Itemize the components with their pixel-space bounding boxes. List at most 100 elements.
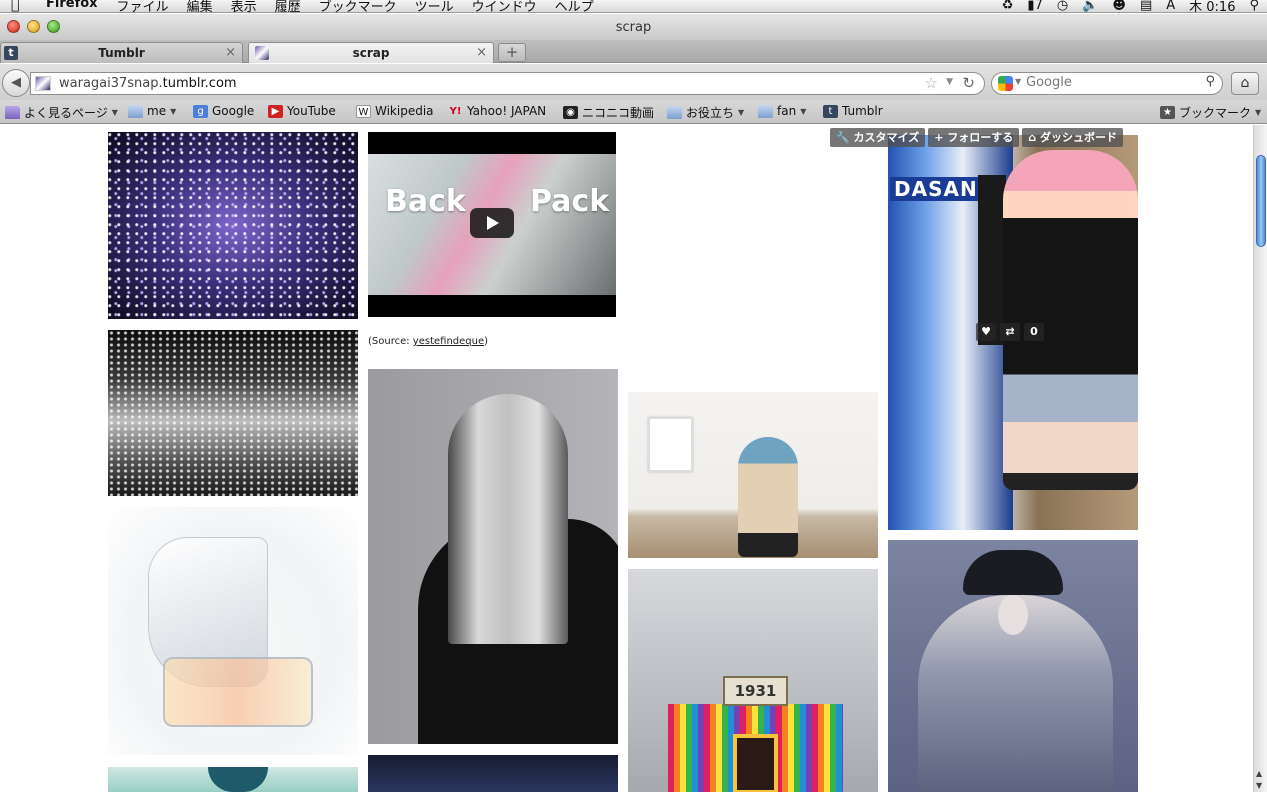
photo-teal-hair[interactable] (108, 767, 358, 792)
wifi-icon[interactable]: ☻ (1112, 0, 1126, 12)
spotlight-icon[interactable]: ⚲ (1249, 0, 1259, 12)
home-icon: ⌂ (1240, 75, 1250, 91)
home-button[interactable]: ⌂ (1231, 72, 1259, 95)
face-shape (998, 595, 1028, 635)
mac-menu-bar:  Firefox ファイル 編集 表示 履歴 ブックマーク ツール ウインドウ… (0, 0, 1267, 13)
battery-icon[interactable]: ▮7 (1027, 0, 1043, 13)
photo-rainbow-tunnel[interactable]: 1931 (628, 569, 878, 792)
bookmark-most-visited[interactable]: よく見るページ ▼ (5, 104, 118, 121)
scrollbar-thumb[interactable] (1256, 155, 1266, 247)
photo-couture-model[interactable] (888, 540, 1138, 792)
time-machine-icon[interactable]: ◷ (1057, 0, 1068, 12)
photo-dark-portrait[interactable] (368, 755, 618, 792)
bookmark-label: ブックマーク (1179, 106, 1252, 120)
bookmark-folder-fan[interactable]: fan ▼ (758, 104, 806, 118)
bookmark-folder-me[interactable]: me ▼ (128, 104, 176, 118)
tab-tumblr[interactable]: t Tumblr × (0, 42, 243, 63)
bookmark-folder-oyakudachi[interactable]: お役立ち ▼ (667, 104, 744, 121)
dashboard-button[interactable]: ⌂ ダッシュボード (1022, 128, 1123, 147)
menu-history[interactable]: 履歴 (275, 0, 301, 12)
menu-help[interactable]: ヘルプ (555, 0, 594, 12)
input-source-icon[interactable]: ▤ (1140, 0, 1152, 12)
hair-shape (208, 767, 268, 792)
chevron-down-icon: ▼ (738, 108, 745, 117)
clear-heel-shape (163, 657, 313, 727)
volume-icon[interactable]: 🔈 (1082, 0, 1098, 12)
search-bar[interactable]: ▼ ⚲ (991, 72, 1223, 95)
engine-dropdown-icon[interactable]: ▼ (1015, 77, 1021, 86)
bookmark-label: me (147, 104, 167, 118)
tumblr-icon: t (823, 104, 838, 118)
url-text[interactable]: waragai37snap.tumblr.com (59, 76, 237, 91)
folder-icon (758, 104, 773, 118)
bookmark-google[interactable]: g Google (193, 104, 254, 118)
note-count[interactable]: 0 (1024, 323, 1044, 341)
search-input[interactable] (1026, 75, 1196, 90)
tumblr-controls: 🔧 カスタマイズ + フォローする ⌂ ダッシュボード (830, 128, 1123, 147)
page-content: Back Pack (Source: yestefindeque) 1931 D… (0, 125, 1253, 792)
dashboard-label: ダッシュボード (1040, 131, 1117, 144)
plus-icon: + (934, 131, 944, 144)
photo-water-droplets[interactable] (108, 330, 358, 496)
menu-status-area: ♻ ▮7 ◷ 🔈 ☻ ▤ A 木 0:16 ⚲ (1002, 0, 1259, 13)
framed-art-shape (648, 417, 693, 472)
menu-bookmarks[interactable]: ブックマーク (319, 0, 397, 12)
photo-glitter[interactable] (108, 132, 358, 319)
url-history-dropdown-icon[interactable]: ▼ (946, 77, 953, 87)
search-icon[interactable]: ⚲ (1205, 74, 1215, 89)
apple-menu-icon[interactable]:  (11, 0, 19, 12)
bookmark-niconico[interactable]: ◉ ニコニコ動画 (563, 104, 654, 121)
vertical-scrollbar[interactable]: ▲ ▼ (1253, 125, 1267, 792)
scroll-down-arrow-icon[interactable]: ▼ (1256, 781, 1262, 790)
back-button[interactable]: ◀ (2, 69, 30, 97)
bookmark-yahoo-japan[interactable]: Y! Yahoo! JAPAN (448, 104, 547, 118)
vending-panel-shape (978, 175, 1006, 345)
chevron-down-icon: ▼ (111, 108, 118, 117)
follow-button[interactable]: + フォローする (928, 128, 1020, 147)
photo-white-heel-boot[interactable] (108, 507, 358, 755)
bookmark-tumblr[interactable]: t Tumblr (823, 104, 883, 118)
new-tab-button[interactable]: + (498, 43, 526, 62)
bookmark-label: よく見るページ (24, 106, 108, 120)
menu-app-name[interactable]: Firefox (46, 0, 98, 12)
site-identity-icon[interactable] (35, 76, 51, 91)
girl-shape (1003, 150, 1138, 490)
source-link[interactable]: yestefindeque (413, 336, 484, 347)
tab-close-icon[interactable]: × (476, 45, 487, 60)
photo-silver-hair[interactable] (368, 369, 618, 744)
sync-icon[interactable]: ♻ (1002, 0, 1014, 12)
play-icon[interactable] (470, 208, 514, 238)
bookmark-wikipedia[interactable]: W Wikipedia (356, 104, 434, 118)
bookmark-star-icon[interactable]: ☆ (925, 74, 938, 92)
window-title: scrap (615, 20, 652, 35)
video-player[interactable]: Back Pack (368, 132, 616, 317)
like-heart-icon[interactable]: ♥ (976, 323, 996, 341)
app-menus: Firefox ファイル 編集 表示 履歴 ブックマーク ツール ウインドウ ヘ… (46, 0, 612, 12)
menu-tools[interactable]: ツール (415, 0, 454, 12)
menu-view[interactable]: 表示 (231, 0, 257, 12)
bookmark-label: fan (777, 104, 797, 118)
hair-shape (448, 394, 568, 644)
follow-label: フォローする (947, 131, 1014, 144)
bookmark-label: Tumblr (842, 104, 883, 118)
menu-file[interactable]: ファイル (117, 0, 169, 12)
menu-clock[interactable]: 木 0:16 (1189, 0, 1235, 12)
reblog-icon[interactable]: ⇄ (1000, 323, 1020, 341)
customize-button[interactable]: 🔧 カスタマイズ (830, 128, 926, 147)
bookmarks-menu-button[interactable]: ★ ブックマーク ▼ (1160, 104, 1261, 121)
input-mode-indicator[interactable]: A (1166, 0, 1175, 12)
battery-level: 7 (1034, 0, 1043, 13)
youtube-icon: ▶ (268, 104, 283, 118)
scroll-up-arrow-icon[interactable]: ▲ (1256, 769, 1262, 778)
person-shape (738, 437, 798, 557)
menu-edit[interactable]: 編集 (187, 0, 213, 12)
tab-close-icon[interactable]: × (225, 45, 236, 60)
photo-gallery-fur-coat[interactable] (628, 392, 878, 558)
tab-scrap[interactable]: scrap × (248, 42, 494, 63)
url-bar[interactable]: waragai37snap.tumblr.com ☆ ▼ ↻ (30, 72, 985, 95)
bookmark-youtube[interactable]: ▶ YouTube (268, 104, 336, 118)
menu-window[interactable]: ウインドウ (472, 0, 537, 12)
reload-icon[interactable]: ↻ (962, 74, 975, 92)
google-engine-icon[interactable] (998, 76, 1013, 91)
home-icon: ⌂ (1028, 131, 1037, 144)
